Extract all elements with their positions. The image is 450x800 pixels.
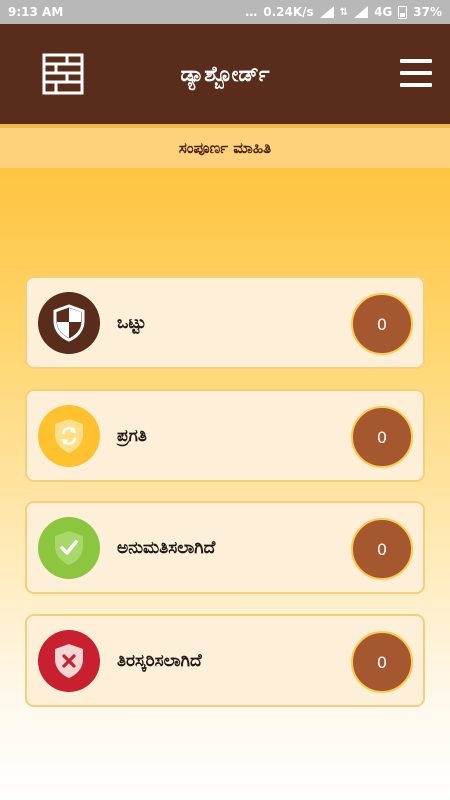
- signal-icon: [319, 6, 334, 18]
- count-badge: 0: [351, 631, 413, 693]
- menu-line: [400, 71, 432, 75]
- hamburger-menu-icon[interactable]: [400, 59, 432, 87]
- network-type: 4G: [374, 5, 393, 19]
- shield-check-icon: [38, 517, 100, 579]
- battery-icon: [398, 5, 408, 19]
- network-speed: 0.24K/s: [263, 5, 314, 19]
- status-bar: 9:13 AM … 0.24K/s ⇅ 4G 37%: [0, 0, 450, 24]
- menu-line: [400, 59, 432, 63]
- menu-line: [400, 83, 432, 87]
- brick-wall-icon[interactable]: [42, 53, 84, 95]
- card-label: ಒಟ್ಟು: [117, 312, 147, 333]
- card-total[interactable]: ಒಟ್ಟು 0: [25, 276, 425, 369]
- status-dots: …: [245, 5, 258, 19]
- card-label: ಅನುಮತಿಸಲಾಗಿದೆ: [117, 537, 216, 558]
- count-badge: 0: [351, 293, 413, 355]
- page-title: ಡ್ಯಾಶ್ಬೋರ್ಡ್: [180, 61, 270, 86]
- data-arrows-icon: ⇅: [339, 6, 349, 18]
- subtitle-bar: ಸಂಪೂರ್ಣ ಮಾಹಿತಿ: [0, 124, 450, 168]
- shield-icon: [38, 292, 100, 354]
- card-approved[interactable]: ಅನುಮತಿಸಲಾಗಿದೆ 0: [25, 501, 425, 594]
- signal-4g-icon: [354, 6, 369, 18]
- card-rejected[interactable]: ತಿರಸ್ಕರಿಸಲಾಗಿದೆ 0: [25, 614, 425, 707]
- count-badge: 0: [351, 518, 413, 580]
- app-header: ಡ್ಯಾಶ್ಬೋರ್ಡ್: [0, 24, 450, 124]
- card-progress[interactable]: ಪ್ರಗತಿ 0: [25, 389, 425, 482]
- status-indicators: … 0.24K/s ⇅ 4G 37%: [245, 5, 442, 19]
- shield-x-icon: [38, 630, 100, 692]
- battery-level: 37%: [413, 5, 442, 19]
- subtitle-text: ಸಂಪೂರ್ಣ ಮಾಹಿತಿ: [178, 139, 272, 157]
- shield-sync-icon: [38, 405, 100, 467]
- status-time: 9:13 AM: [8, 5, 64, 19]
- card-label: ಪ್ರಗತಿ: [117, 425, 147, 446]
- card-label: ತಿರಸ್ಕರಿಸಲಾಗಿದೆ: [117, 650, 202, 671]
- count-badge: 0: [351, 406, 413, 468]
